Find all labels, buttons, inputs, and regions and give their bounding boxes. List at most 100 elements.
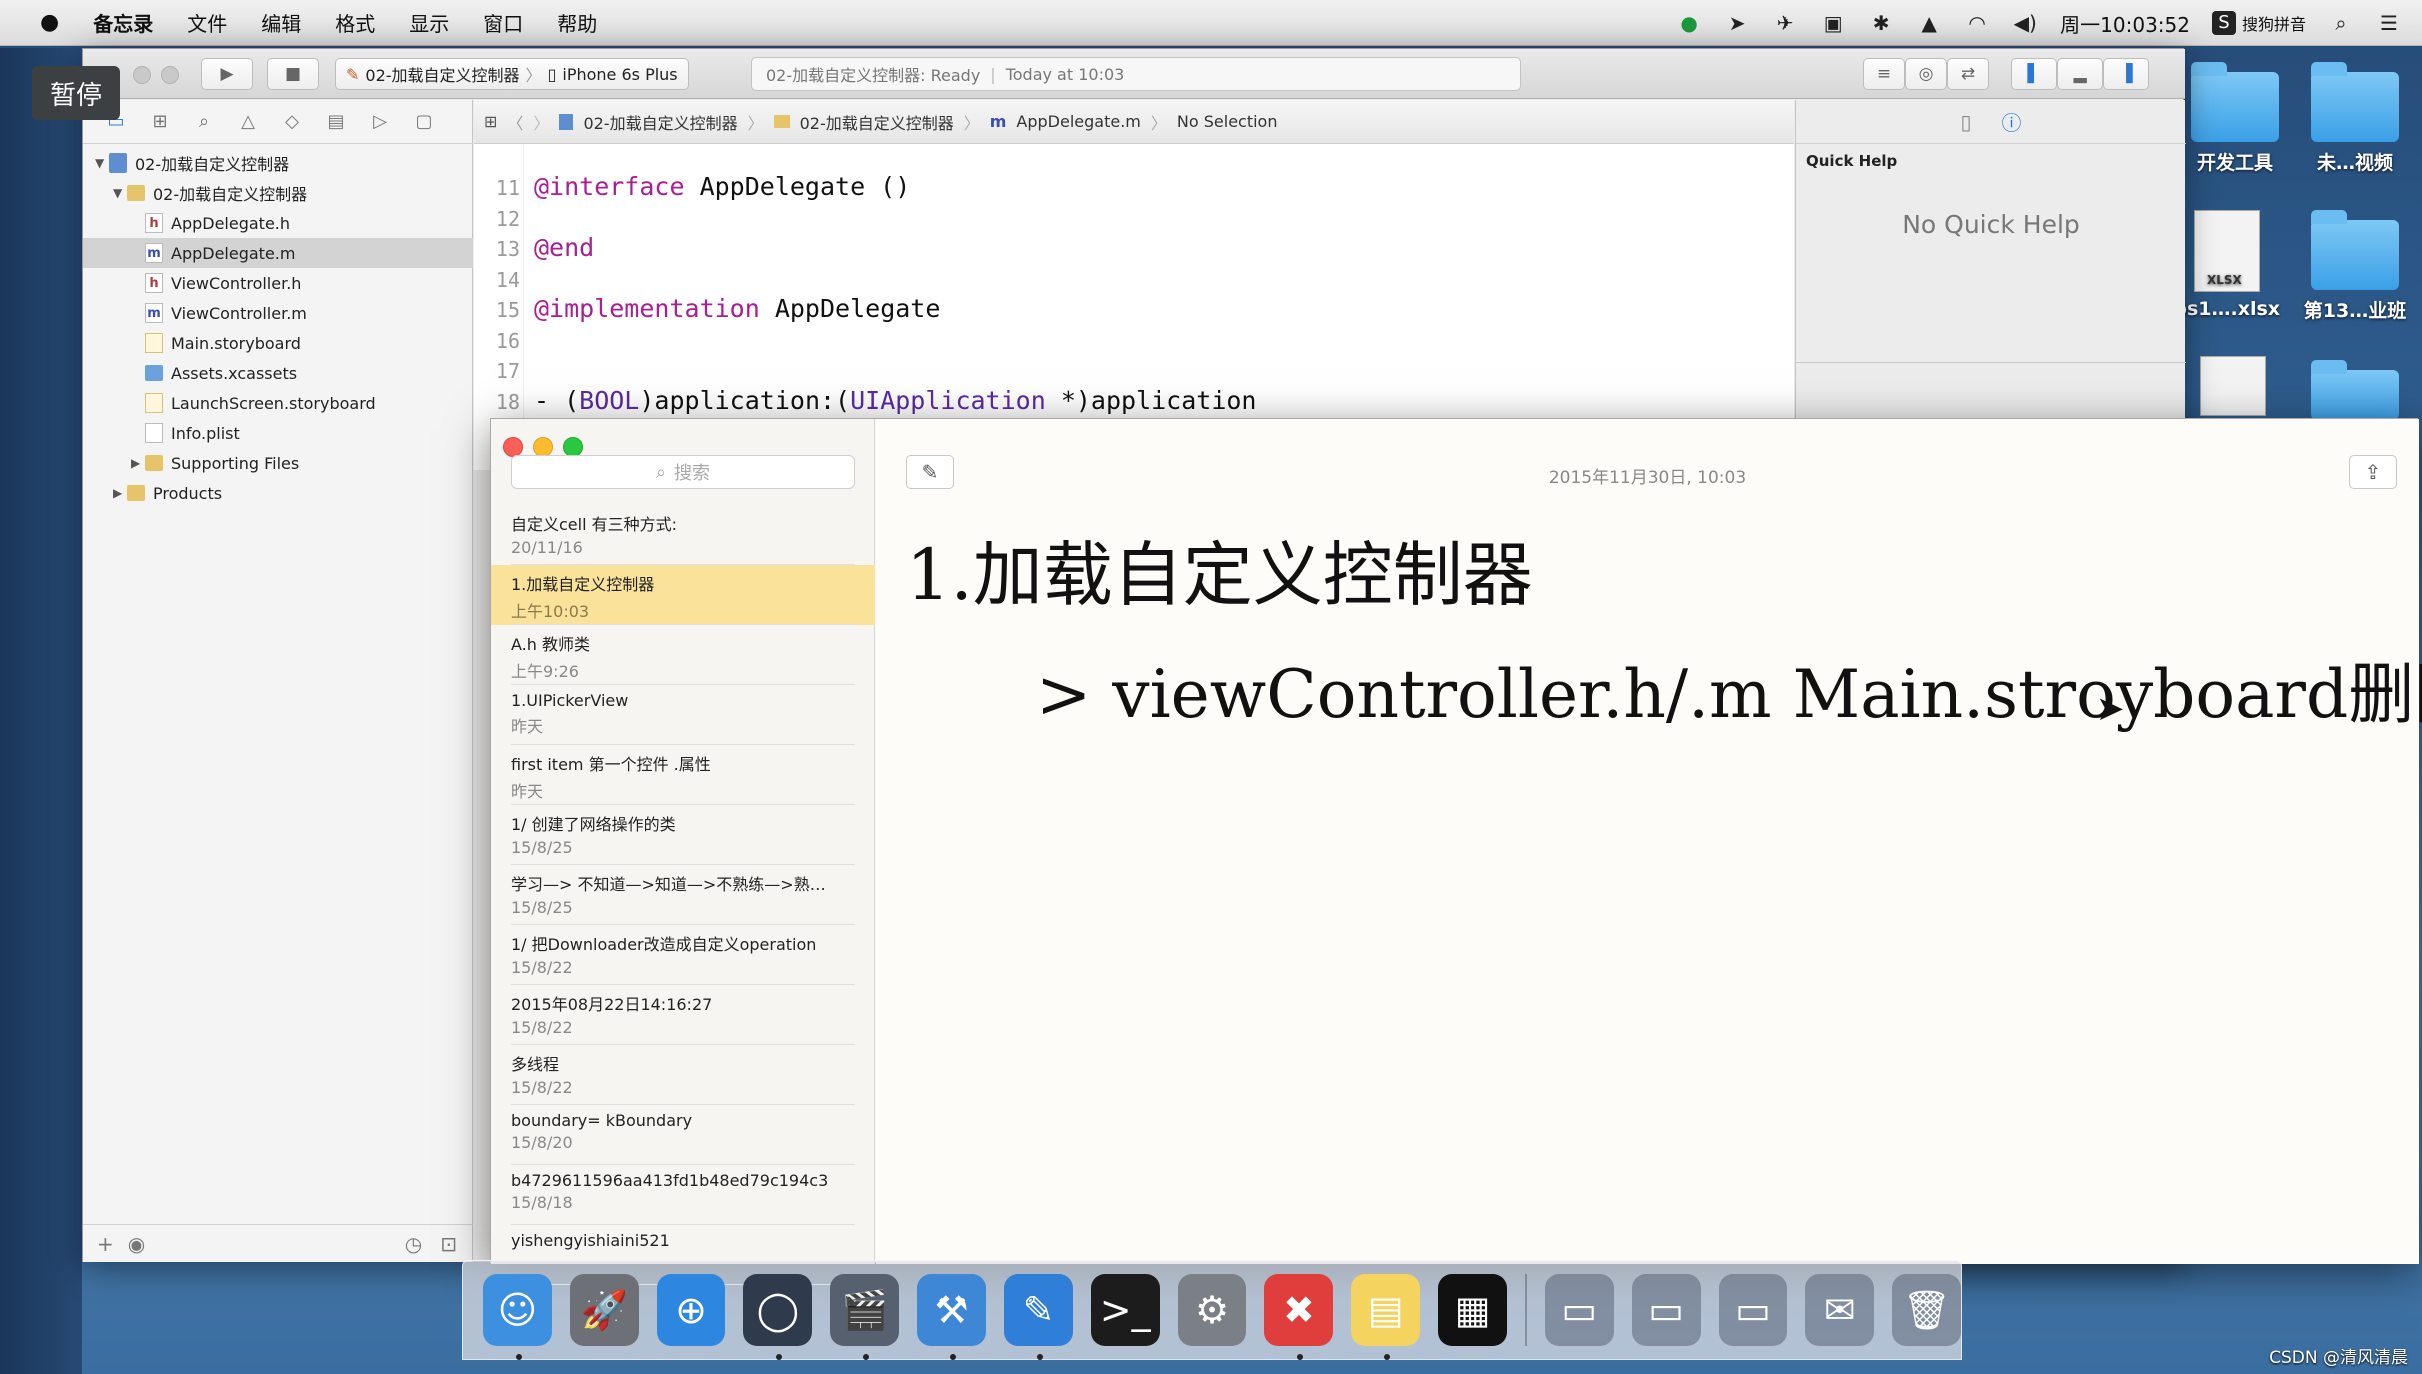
file-tree-row[interactable]: m AppDelegate.m: [83, 238, 473, 268]
symbol-icon[interactable]: ⊞: [147, 109, 173, 135]
stack-4-icon[interactable]: ✉: [1805, 1274, 1875, 1346]
desktop-folder-dev-tools[interactable]: 开发工具: [2170, 62, 2300, 175]
stack-2-icon[interactable]: ▭: [1631, 1274, 1701, 1346]
mouse-app-icon[interactable]: ◯: [743, 1274, 813, 1360]
pause-badge[interactable]: 暂停: [32, 66, 120, 120]
recent-icon[interactable]: ◷: [405, 1232, 422, 1256]
version-editor-button[interactable]: ⇄: [1947, 58, 1989, 90]
bluetooth-icon[interactable]: ✱: [1868, 10, 1894, 36]
share-icon[interactable]: ⇪: [2349, 455, 2397, 489]
note-list-item[interactable]: first item 第一个控件 .属性 昨天: [491, 745, 875, 805]
apple-menu-icon[interactable]: ●: [0, 10, 76, 35]
file-tree-row[interactable]: Assets.xcassets: [83, 358, 473, 388]
search-icon[interactable]: ⌕: [191, 109, 217, 135]
disclosure-triangle-icon[interactable]: ▶: [131, 456, 145, 470]
menu-file[interactable]: 文件: [170, 8, 244, 37]
menu-help[interactable]: 帮助: [540, 8, 614, 37]
warning-icon[interactable]: △: [235, 109, 261, 135]
notes-icon[interactable]: ▤: [1351, 1274, 1421, 1360]
toggle-utilities-button[interactable]: ▐: [2103, 58, 2149, 90]
note-list-item[interactable]: 1.加载自定义控制器 上午10:03: [491, 565, 875, 625]
trash-icon[interactable]: 🗑: [1892, 1274, 1961, 1346]
test-icon[interactable]: ◇: [279, 109, 305, 135]
file-tree-row[interactable]: ▶ Supporting Files: [83, 448, 473, 478]
note-list-item[interactable]: 自定义cell 有三种方式: 20/11/16: [491, 505, 875, 565]
note-list-item[interactable]: b4729611596aa413fd1b48ed79c194c3 15/8/18: [491, 1165, 875, 1225]
note-list-item[interactable]: 1.UIPickerView 昨天: [491, 685, 875, 745]
file-tree-row[interactable]: h AppDelegate.h: [83, 208, 473, 238]
code-line[interactable]: @implementation AppDelegate: [534, 294, 940, 323]
volume-icon[interactable]: ◀): [2012, 10, 2038, 36]
disclosure-triangle-icon[interactable]: ▶: [113, 486, 127, 500]
quick-help-icon[interactable]: ⓘ: [2002, 107, 2022, 136]
related-items-icon[interactable]: ⊞: [484, 112, 497, 131]
launchpad-icon[interactable]: 🚀: [569, 1274, 639, 1346]
note-list-item[interactable]: A.h 教师类 上午9:26: [491, 625, 875, 685]
file-tree-row[interactable]: m ViewController.m: [83, 298, 473, 328]
menu-app-notes[interactable]: 备忘录: [76, 8, 170, 37]
scm-icon[interactable]: ⊡: [440, 1232, 457, 1256]
clock[interactable]: 周一10:03:52: [2060, 9, 2190, 38]
forward-icon[interactable]: 〉: [533, 110, 549, 134]
jumpbar-crumb-selection[interactable]: No Selection: [1177, 112, 1278, 131]
run-button[interactable]: ▶: [201, 58, 253, 90]
note-editor[interactable]: ✎ 2015年11月30日, 10:03 ⇪ 1.加载自定义控制器 > view…: [876, 419, 2422, 1264]
desktop-folder-videos[interactable]: 未…视频: [2290, 62, 2420, 175]
report-icon[interactable]: ▢: [411, 109, 437, 135]
disclosure-triangle-icon[interactable]: ▼: [95, 156, 109, 170]
code-line[interactable]: - (BOOL)application:(UIApplication *)app…: [534, 386, 1256, 415]
file-tree-row[interactable]: ▼ 02-加载自定义控制器: [83, 178, 473, 208]
file-tree-row[interactable]: ▼ 02-加载自定义控制器: [83, 148, 473, 178]
video-editor-icon[interactable]: 🎬: [830, 1274, 900, 1360]
desktop-file-partial[interactable]: [2168, 356, 2298, 422]
camera-icon[interactable]: ▣: [1820, 10, 1846, 36]
note-list-item[interactable]: boundary= kBoundary 15/8/20: [491, 1105, 875, 1165]
note-list-item[interactable]: 2015年08月22日14:16:27 15/8/22: [491, 985, 875, 1045]
file-inspector-icon[interactable]: ▯: [1960, 110, 1971, 134]
debug-icon[interactable]: ▤: [323, 109, 349, 135]
menu-view[interactable]: 显示: [392, 8, 466, 37]
standard-editor-button[interactable]: ≡: [1863, 58, 1905, 90]
note-list-item[interactable]: 多线程 15/8/22: [491, 1045, 875, 1105]
assistant-editor-button[interactable]: ◎: [1905, 58, 1947, 90]
xmind-icon[interactable]: ✖: [1264, 1274, 1334, 1360]
terminal-icon[interactable]: >_: [1090, 1274, 1160, 1346]
safari-icon[interactable]: ⊕: [656, 1274, 726, 1346]
recording-icon[interactable]: ●: [1676, 10, 1702, 36]
search-icon[interactable]: ⌕: [2328, 10, 2354, 36]
desktop-folder-class[interactable]: 第13…业班: [2290, 210, 2420, 323]
close-button[interactable]: [133, 66, 151, 84]
toggle-navigator-button[interactable]: ▌: [2011, 58, 2057, 90]
back-icon[interactable]: 〈: [507, 110, 523, 134]
jumpbar-crumb-file[interactable]: AppDelegate.m: [1016, 112, 1140, 131]
minimize-button[interactable]: [533, 437, 553, 457]
jumpbar-crumb-project[interactable]: 02-加载自定义控制器: [583, 110, 737, 134]
toggle-debug-button[interactable]: ▂: [2057, 58, 2103, 90]
note-list-item[interactable]: 1/ 把Downloader改造成自定义operation 15/8/22: [491, 925, 875, 985]
disclosure-triangle-icon[interactable]: ▼: [113, 186, 127, 200]
menu-format[interactable]: 格式: [318, 8, 392, 37]
airplane-icon[interactable]: ✈: [1772, 10, 1798, 36]
stack-1-icon[interactable]: ▭: [1544, 1274, 1614, 1346]
zoom-button[interactable]: [563, 437, 583, 457]
input-method-indicator[interactable]: S 搜狗拼音: [2211, 11, 2306, 35]
console-icon[interactable]: ▦: [1438, 1274, 1507, 1346]
note-list-item[interactable]: 学习—> 不知道—>知道—>不熟练—>熟… 15/8/25: [491, 865, 875, 925]
menu-edit[interactable]: 编辑: [244, 8, 318, 37]
note-line[interactable]: > viewController.h/.m Main.stroyboard删除: [1036, 641, 2422, 737]
code-line[interactable]: @end: [534, 233, 594, 262]
notes-search-field[interactable]: ⌕ 搜索: [511, 455, 855, 489]
xcode-icon[interactable]: ⚒: [917, 1274, 986, 1360]
location-icon[interactable]: ➤: [1724, 10, 1750, 36]
close-button[interactable]: [503, 437, 523, 457]
breakpoint-icon[interactable]: ▷: [367, 109, 393, 135]
lock-icon[interactable]: ▲: [1916, 10, 1942, 36]
note-list-item[interactable]: 1/ 创建了网络操作的类 15/8/25: [491, 805, 875, 865]
add-icon[interactable]: +: [97, 1232, 114, 1256]
finder-icon[interactable]: ☺: [483, 1274, 552, 1360]
stop-button[interactable]: ■: [267, 58, 319, 90]
file-tree-row[interactable]: ▶ Products: [83, 478, 473, 508]
wifi-icon[interactable]: ◠: [1964, 10, 1990, 36]
note-heading[interactable]: 1.加载自定义控制器: [906, 519, 1533, 620]
code-line[interactable]: @interface AppDelegate (): [534, 172, 910, 201]
